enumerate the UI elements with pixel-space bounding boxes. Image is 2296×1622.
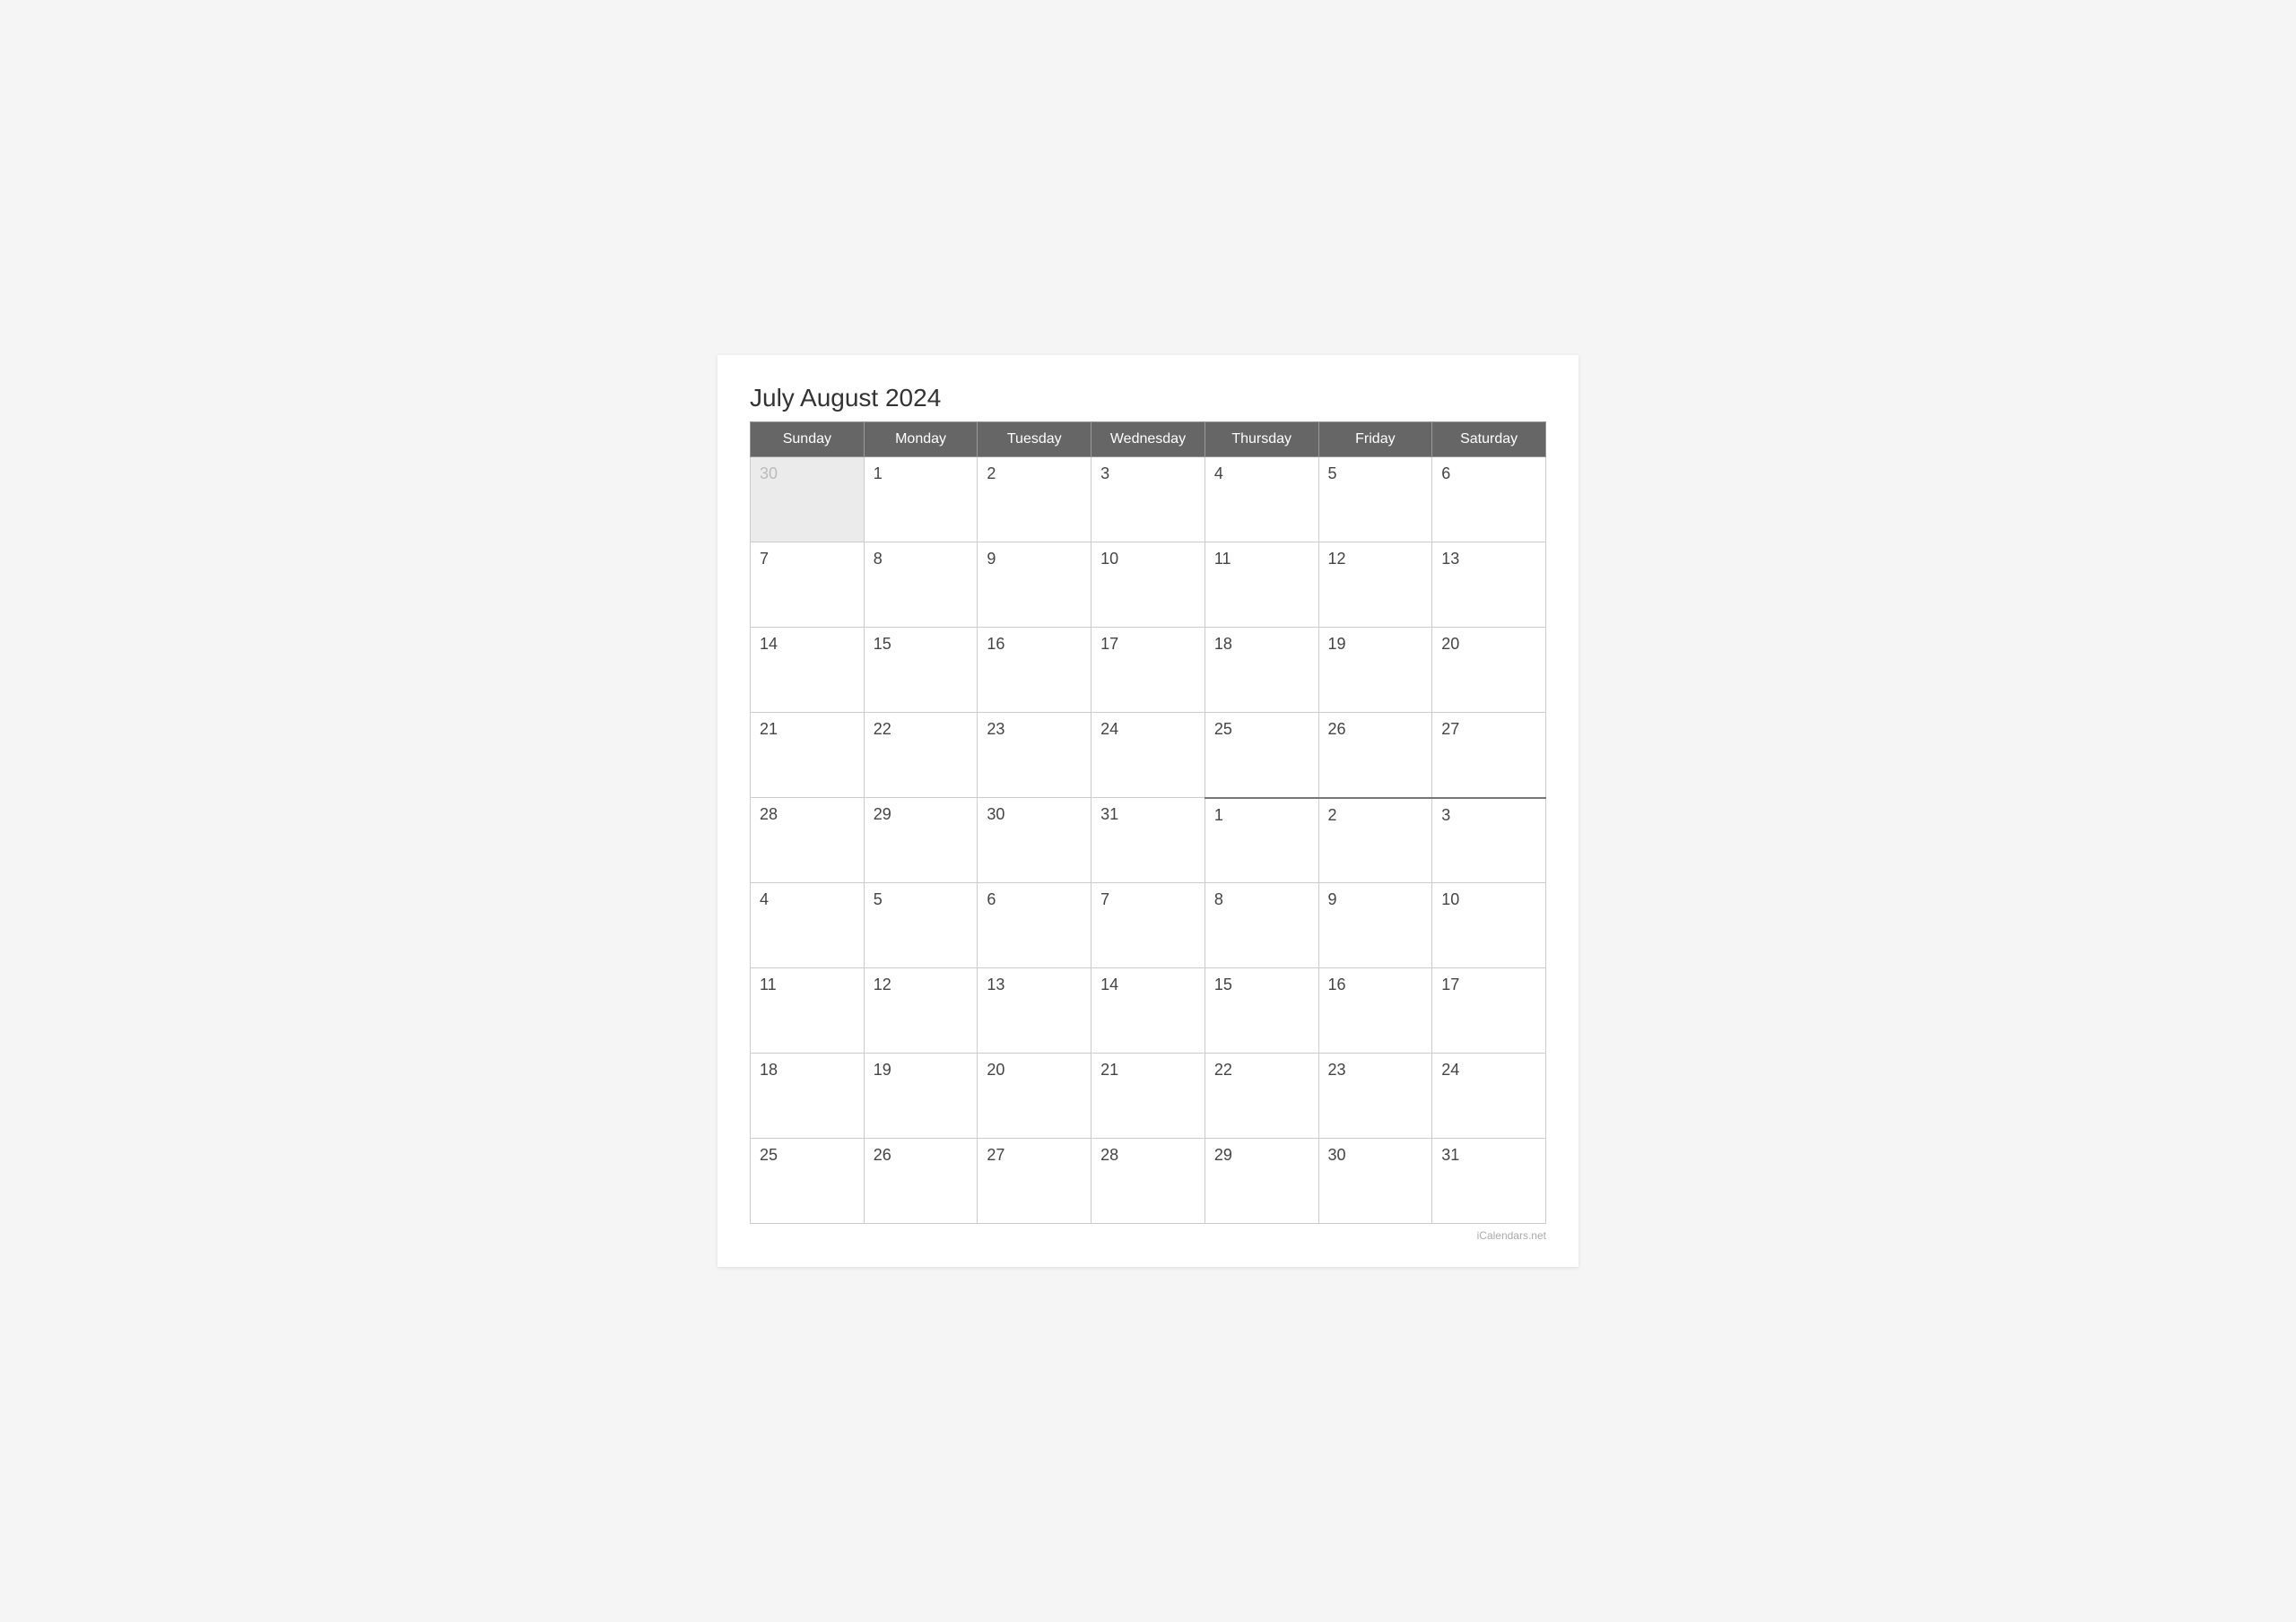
calendar-cell[interactable]: 30 <box>751 457 865 542</box>
calendar-container: July August 2024 SundayMondayTuesdayWedn… <box>718 355 1578 1267</box>
calendar-cell[interactable]: 5 <box>1318 457 1432 542</box>
calendar-cell[interactable]: 13 <box>1432 542 1546 628</box>
calendar-cell[interactable]: 29 <box>1205 1139 1318 1224</box>
calendar-cell[interactable]: 23 <box>978 713 1091 798</box>
calendar-cell[interactable]: 10 <box>1432 883 1546 968</box>
header-row: SundayMondayTuesdayWednesdayThursdayFrid… <box>751 422 1546 457</box>
calendar-cell[interactable]: 22 <box>864 713 978 798</box>
calendar-cell[interactable]: 18 <box>751 1054 865 1139</box>
calendar-row: 25262728293031 <box>751 1139 1546 1224</box>
header-cell-monday: Monday <box>864 422 978 457</box>
calendar-cell[interactable]: 6 <box>978 883 1091 968</box>
calendar-body: 3012345678910111213141516171819202122232… <box>751 457 1546 1224</box>
calendar-cell[interactable]: 10 <box>1091 542 1205 628</box>
calendar-cell[interactable]: 27 <box>1432 713 1546 798</box>
calendar-cell[interactable]: 21 <box>751 713 865 798</box>
calendar-cell[interactable]: 8 <box>864 542 978 628</box>
calendar-cell[interactable]: 31 <box>1432 1139 1546 1224</box>
calendar-cell[interactable]: 3 <box>1432 798 1546 883</box>
watermark: iCalendars.net <box>750 1229 1546 1242</box>
calendar-table: SundayMondayTuesdayWednesdayThursdayFrid… <box>750 421 1546 1224</box>
header-cell-friday: Friday <box>1318 422 1432 457</box>
calendar-row: 28293031123 <box>751 798 1546 883</box>
calendar-cell[interactable]: 15 <box>1205 968 1318 1054</box>
calendar-row: 18192021222324 <box>751 1054 1546 1139</box>
header-cell-thursday: Thursday <box>1205 422 1318 457</box>
calendar-cell[interactable]: 21 <box>1091 1054 1205 1139</box>
calendar-row: 30123456 <box>751 457 1546 542</box>
calendar-cell[interactable]: 14 <box>1091 968 1205 1054</box>
calendar-cell[interactable]: 25 <box>1205 713 1318 798</box>
calendar-cell[interactable]: 7 <box>1091 883 1205 968</box>
calendar-cell[interactable]: 19 <box>1318 628 1432 713</box>
calendar-cell[interactable]: 19 <box>864 1054 978 1139</box>
calendar-cell[interactable]: 28 <box>1091 1139 1205 1224</box>
calendar-cell[interactable]: 12 <box>1318 542 1432 628</box>
header-cell-wednesday: Wednesday <box>1091 422 1205 457</box>
calendar-cell[interactable]: 20 <box>1432 628 1546 713</box>
calendar-cell[interactable]: 6 <box>1432 457 1546 542</box>
calendar-cell[interactable]: 1 <box>1205 798 1318 883</box>
calendar-cell[interactable]: 4 <box>1205 457 1318 542</box>
calendar-cell[interactable]: 30 <box>978 798 1091 883</box>
calendar-cell[interactable]: 22 <box>1205 1054 1318 1139</box>
calendar-cell[interactable]: 27 <box>978 1139 1091 1224</box>
calendar-cell[interactable]: 17 <box>1432 968 1546 1054</box>
calendar-row: 45678910 <box>751 883 1546 968</box>
calendar-cell[interactable]: 2 <box>1318 798 1432 883</box>
calendar-cell[interactable]: 2 <box>978 457 1091 542</box>
calendar-cell[interactable]: 7 <box>751 542 865 628</box>
calendar-cell[interactable]: 12 <box>864 968 978 1054</box>
calendar-cell[interactable]: 16 <box>978 628 1091 713</box>
calendar-cell[interactable]: 17 <box>1091 628 1205 713</box>
calendar-cell[interactable]: 11 <box>1205 542 1318 628</box>
header-cell-sunday: Sunday <box>751 422 865 457</box>
calendar-cell[interactable]: 4 <box>751 883 865 968</box>
calendar-cell[interactable]: 11 <box>751 968 865 1054</box>
header-cell-saturday: Saturday <box>1432 422 1546 457</box>
calendar-cell[interactable]: 24 <box>1091 713 1205 798</box>
calendar-cell[interactable]: 18 <box>1205 628 1318 713</box>
calendar-cell[interactable]: 16 <box>1318 968 1432 1054</box>
calendar-cell[interactable]: 9 <box>978 542 1091 628</box>
calendar-cell[interactable]: 3 <box>1091 457 1205 542</box>
header-cell-tuesday: Tuesday <box>978 422 1091 457</box>
calendar-cell[interactable]: 13 <box>978 968 1091 1054</box>
calendar-cell[interactable]: 25 <box>751 1139 865 1224</box>
calendar-row: 11121314151617 <box>751 968 1546 1054</box>
calendar-cell[interactable]: 9 <box>1318 883 1432 968</box>
calendar-cell[interactable]: 31 <box>1091 798 1205 883</box>
calendar-title: July August 2024 <box>750 384 1546 412</box>
calendar-cell[interactable]: 5 <box>864 883 978 968</box>
calendar-row: 14151617181920 <box>751 628 1546 713</box>
calendar-cell[interactable]: 28 <box>751 798 865 883</box>
calendar-cell[interactable]: 20 <box>978 1054 1091 1139</box>
calendar-cell[interactable]: 23 <box>1318 1054 1432 1139</box>
calendar-row: 21222324252627 <box>751 713 1546 798</box>
calendar-cell[interactable]: 8 <box>1205 883 1318 968</box>
calendar-cell[interactable]: 29 <box>864 798 978 883</box>
calendar-cell[interactable]: 26 <box>864 1139 978 1224</box>
calendar-cell[interactable]: 15 <box>864 628 978 713</box>
calendar-row: 78910111213 <box>751 542 1546 628</box>
calendar-cell[interactable]: 26 <box>1318 713 1432 798</box>
calendar-cell[interactable]: 14 <box>751 628 865 713</box>
calendar-cell[interactable]: 1 <box>864 457 978 542</box>
calendar-cell[interactable]: 30 <box>1318 1139 1432 1224</box>
calendar-cell[interactable]: 24 <box>1432 1054 1546 1139</box>
